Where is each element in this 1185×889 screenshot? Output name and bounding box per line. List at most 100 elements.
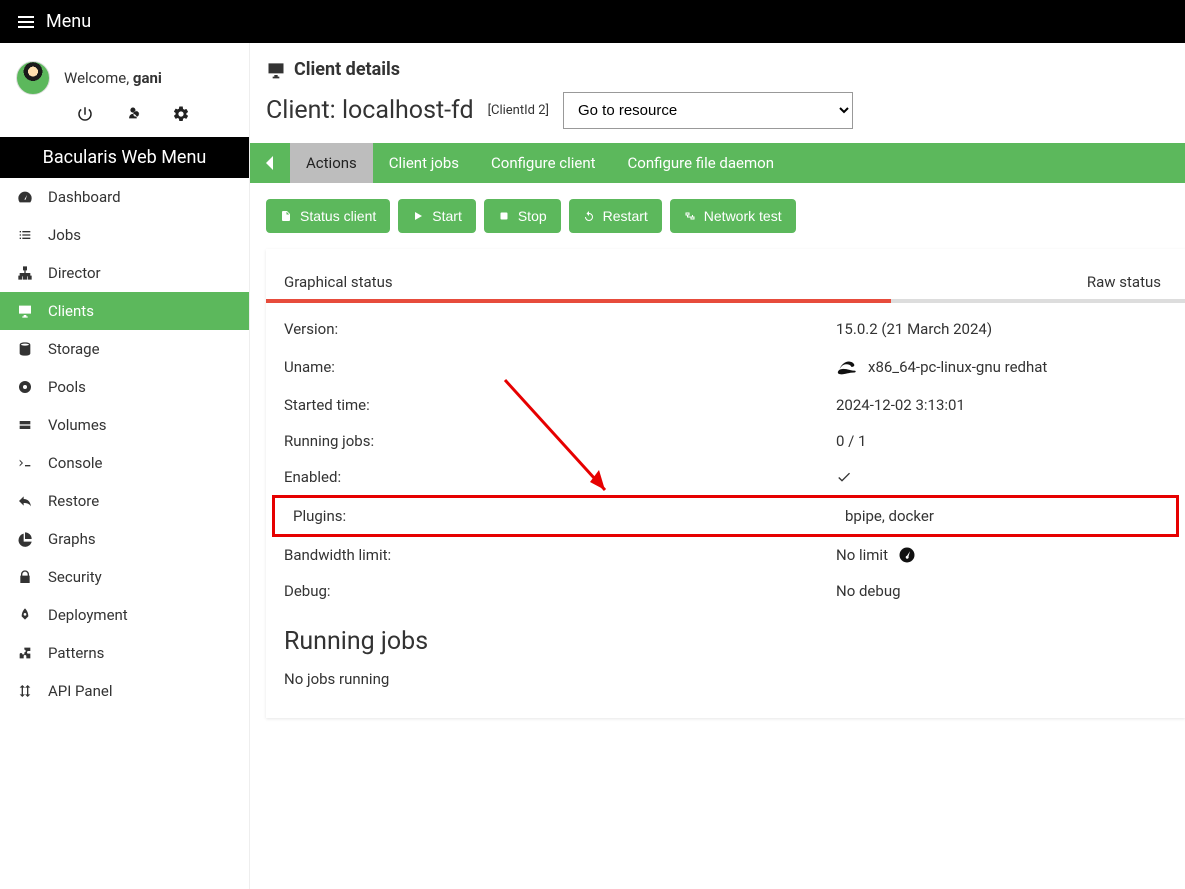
sitemap-icon (16, 265, 34, 281)
topbar: Menu (0, 0, 1185, 43)
info-row-uname: Uname: x86_64-pc-linux-gnu redhat (266, 347, 1185, 387)
sidebar-item-restore[interactable]: Restore (0, 482, 249, 520)
sidebar-item-label: Graphs (48, 530, 96, 548)
stop-button[interactable]: Stop (484, 199, 561, 233)
running-jobs-empty: No jobs running (284, 670, 1169, 688)
sidebar-item-label: Volumes (48, 416, 107, 434)
lock-icon (16, 569, 34, 585)
sidebar-menu-title: Bacularis Web Menu (0, 137, 249, 178)
info-value: bpipe, docker (845, 507, 934, 525)
sidebar-item-label: Console (48, 454, 103, 472)
sidebar-item-storage[interactable]: Storage (0, 330, 249, 368)
info-row-bandwidth: Bandwidth limit: No limit (266, 537, 1185, 573)
tab-configure-file-daemon[interactable]: Configure file daemon (612, 143, 790, 183)
sidebar-item-volumes[interactable]: Volumes (0, 406, 249, 444)
page-title: Client details (294, 59, 400, 80)
running-jobs-section: Running jobs No jobs running (266, 609, 1185, 688)
info-value: No debug (836, 582, 901, 600)
sidebar-item-label: Jobs (48, 226, 81, 244)
info-label: Started time: (284, 396, 836, 414)
start-button[interactable]: Start (398, 199, 476, 233)
sidebar-item-label: Pools (48, 378, 86, 396)
info-value: 0 / 1 (836, 432, 867, 450)
chart-pie-icon (16, 531, 34, 547)
sidebar-item-graphs[interactable]: Graphs (0, 520, 249, 558)
info-label: Bandwidth limit: (284, 546, 836, 564)
arrows-v-icon (16, 683, 34, 699)
sidebar-item-clients[interactable]: Clients (0, 292, 249, 330)
sidebar-item-director[interactable]: Director (0, 254, 249, 292)
sidebar-item-patterns[interactable]: Patterns (0, 634, 249, 672)
raw-status-tab[interactable]: Raw status (1087, 273, 1161, 291)
client-id: [ClientId 2] (488, 103, 549, 118)
list-icon (16, 227, 34, 243)
info-label: Debug: (284, 582, 836, 600)
status-divider (266, 299, 1185, 303)
back-button[interactable] (250, 143, 290, 183)
status-client-button[interactable]: Status client (266, 199, 390, 233)
welcome-prefix: Welcome, (64, 69, 133, 87)
menu-label[interactable]: Menu (46, 11, 91, 32)
client-name: Client: localhost-fd (266, 96, 474, 125)
sidebar-item-security[interactable]: Security (0, 558, 249, 596)
sidebar-item-api-panel[interactable]: API Panel (0, 672, 249, 710)
info-row-enabled: Enabled: (266, 459, 1185, 495)
desktop-icon (266, 60, 286, 80)
sidebar-item-label: Patterns (48, 644, 104, 662)
info-label: Enabled: (284, 468, 836, 486)
info-label: Plugins: (293, 507, 845, 525)
puzzle-icon (16, 645, 34, 661)
hamburger-icon[interactable] (18, 16, 34, 28)
reply-icon (16, 493, 34, 509)
sidebar-item-pools[interactable]: Pools (0, 368, 249, 406)
power-icon[interactable] (76, 105, 94, 123)
tab-configure-client[interactable]: Configure client (475, 143, 612, 183)
info-value: 2024-12-02 3:13:01 (836, 396, 965, 414)
gear-icon[interactable] (172, 105, 190, 123)
info-label: Version: (284, 320, 836, 338)
sidebar-item-label: Security (48, 568, 102, 586)
info-value: x86_64-pc-linux-gnu redhat (836, 356, 1047, 378)
sidebar-item-deployment[interactable]: Deployment (0, 596, 249, 634)
nav-list: Dashboard Jobs Director Clients Storage … (0, 178, 249, 710)
user-cog-icon[interactable] (124, 105, 142, 123)
network-test-button[interactable]: Network test (670, 199, 796, 233)
sidebar-item-jobs[interactable]: Jobs (0, 216, 249, 254)
info-label: Uname: (284, 358, 836, 376)
status-panel: Graphical status Raw status Version: 15.… (266, 249, 1185, 718)
info-row-running-jobs: Running jobs: 0 / 1 (266, 423, 1185, 459)
gauge-icon[interactable] (898, 546, 916, 564)
terminal-icon (16, 455, 34, 471)
welcome-text: Welcome, gani (64, 69, 162, 87)
tab-client-jobs[interactable]: Client jobs (373, 143, 475, 183)
tachometer-icon (16, 189, 34, 205)
redhat-icon (836, 356, 858, 378)
rocket-icon (16, 607, 34, 623)
tape-icon (16, 379, 34, 395)
action-buttons: Status client Start Stop Restart Network… (250, 183, 1185, 249)
sidebar-item-label: Director (48, 264, 101, 282)
sidebar-item-label: Restore (48, 492, 99, 510)
page-header: Client details Client: localhost-fd [Cli… (250, 59, 1185, 143)
sidebar-item-label: Storage (48, 340, 100, 358)
info-label: Running jobs: (284, 432, 836, 450)
restart-button[interactable]: Restart (569, 199, 662, 233)
go-to-resource-select[interactable]: Go to resource (563, 92, 853, 129)
database-icon (16, 341, 34, 357)
sidebar-item-label: Clients (48, 302, 94, 320)
sidebar-item-label: Dashboard (48, 188, 121, 206)
graphical-status-tab[interactable]: Graphical status (284, 273, 393, 291)
info-row-debug: Debug: No debug (266, 573, 1185, 609)
check-icon (836, 469, 852, 485)
sidebar-item-label: API Panel (48, 682, 112, 700)
avatar (16, 61, 50, 95)
tab-actions[interactable]: Actions (290, 143, 373, 183)
highlight-annotation: Plugins: bpipe, docker (272, 495, 1179, 537)
main-content: Client details Client: localhost-fd [Cli… (250, 43, 1185, 889)
sidebar-item-dashboard[interactable]: Dashboard (0, 178, 249, 216)
user-block: Welcome, gani (0, 43, 249, 105)
sidebar-item-console[interactable]: Console (0, 444, 249, 482)
info-row-started: Started time: 2024-12-02 3:13:01 (266, 387, 1185, 423)
info-table: Version: 15.0.2 (21 March 2024) Uname: x… (266, 311, 1185, 609)
hdd-icon (16, 417, 34, 433)
